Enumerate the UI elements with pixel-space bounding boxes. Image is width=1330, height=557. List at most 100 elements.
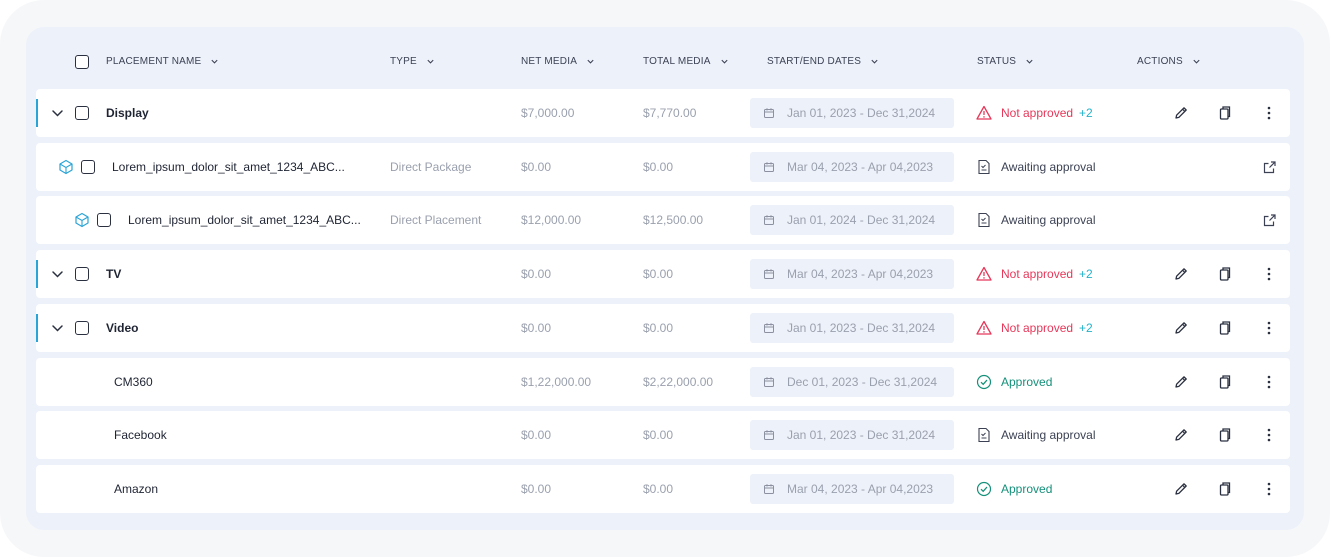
- date-range-text: Jan 01, 2023 - Dec 31,2024: [787, 428, 936, 442]
- row-checkbox[interactable]: [75, 267, 89, 281]
- pencil-icon[interactable]: [1173, 320, 1189, 336]
- placement-name[interactable]: Lorem_ipsum_dolor_sit_amet_1234_ABC...: [128, 196, 361, 244]
- table-row[interactable]: TV $0.00 $0.00 Mar 04, 2023 - Apr 04,2023 …: [36, 250, 1290, 298]
- column-header-start-end-dates[interactable]: START/END DATES: [767, 56, 879, 67]
- pencil-icon[interactable]: [1173, 374, 1189, 390]
- date-range-text: Mar 04, 2023 - Apr 04,2023: [787, 160, 934, 174]
- row-checkbox[interactable]: [75, 106, 89, 120]
- group-accent-bar: [36, 99, 38, 127]
- calendar-icon: [764, 215, 774, 225]
- placement-name[interactable]: Lorem_ipsum_dolor_sit_amet_1234_ABC...: [112, 143, 345, 191]
- warning-triangle-icon: [976, 105, 992, 120]
- table-row[interactable]: Facebook $0.00 $0.00 Jan 01, 2023 - Dec 31…: [36, 411, 1290, 459]
- date-range-field[interactable]: Jan 01, 2023 - Dec 31,2024: [750, 313, 954, 343]
- pencil-icon[interactable]: [1173, 105, 1189, 121]
- check-circle-icon: [976, 374, 992, 390]
- chevron-down-icon: [1193, 59, 1200, 64]
- column-header-type[interactable]: TYPE: [390, 56, 435, 67]
- total-media-value: $7,770.00: [643, 106, 697, 120]
- copy-icon[interactable]: [1217, 105, 1233, 121]
- net-media-value: $0.00: [521, 428, 552, 442]
- kebab-menu-icon[interactable]: [1261, 481, 1277, 497]
- status-label: Not approved: [1001, 321, 1074, 335]
- date-range-text: Jan 01, 2023 - Dec 31,2024: [787, 321, 936, 335]
- placement-name[interactable]: Amazon: [114, 465, 158, 513]
- calendar-icon: [764, 484, 774, 494]
- status-cell: Not approved +2: [976, 250, 1093, 298]
- share-icon[interactable]: [1262, 159, 1278, 175]
- column-header-label: ACTIONS: [1137, 56, 1183, 67]
- total-media-value: $0.00: [643, 482, 674, 496]
- date-range-field[interactable]: Mar 04, 2023 - Apr 04,2023: [750, 152, 954, 182]
- placement-type: Direct Placement: [390, 213, 482, 227]
- column-header-net-media[interactable]: NET MEDIA: [521, 56, 595, 67]
- total-media-value: $12,500.00: [643, 213, 704, 227]
- date-range-field[interactable]: Mar 04, 2023 - Apr 04,2023: [750, 474, 954, 504]
- table-row[interactable]: Lorem_ipsum_dolor_sit_amet_1234_ABC... Di…: [36, 143, 1290, 191]
- pencil-icon[interactable]: [1173, 481, 1189, 497]
- table-header: PLACEMENT NAME TYPE NET MEDIA TOTAL MEDI…: [26, 27, 1304, 87]
- chevron-down-icon: [211, 59, 219, 64]
- copy-icon[interactable]: [1217, 374, 1233, 390]
- net-media-value: $12,000.00: [521, 213, 582, 227]
- status-cell: Approved: [976, 465, 1052, 513]
- kebab-menu-icon[interactable]: [1261, 105, 1277, 121]
- total-media-value: $0.00: [643, 267, 674, 281]
- placement-name[interactable]: CM360: [114, 358, 153, 406]
- date-range-field[interactable]: Jan 01, 2023 - Dec 31,2024: [750, 420, 954, 450]
- chevron-down-icon[interactable]: [50, 106, 65, 121]
- group-accent-bar: [36, 260, 38, 288]
- row-checkbox[interactable]: [81, 160, 95, 174]
- chevron-down-icon: [587, 59, 594, 64]
- group-accent-bar: [36, 314, 38, 342]
- select-all-checkbox[interactable]: [75, 55, 89, 69]
- copy-icon[interactable]: [1217, 427, 1233, 443]
- copy-icon[interactable]: [1217, 266, 1233, 282]
- table-row[interactable]: Video $0.00 $0.00 Jan 01, 2023 - Dec 31,20…: [36, 304, 1290, 352]
- net-media-value: $0.00: [521, 482, 552, 496]
- status-extra-count[interactable]: +2: [1079, 106, 1093, 120]
- column-header-placement-name[interactable]: PLACEMENT NAME: [106, 56, 219, 67]
- cube-icon: [75, 212, 89, 228]
- chevron-down-icon[interactable]: [50, 321, 65, 336]
- column-header-actions[interactable]: ACTIONS: [1137, 56, 1201, 67]
- table-row[interactable]: Lorem_ipsum_dolor_sit_amet_1234_ABC... Di…: [36, 196, 1290, 244]
- chevron-down-icon: [1026, 59, 1033, 64]
- copy-icon[interactable]: [1217, 481, 1233, 497]
- row-checkbox[interactable]: [97, 213, 111, 227]
- date-range-field[interactable]: Jan 01, 2023 - Dec 31,2024: [750, 98, 954, 128]
- row-checkbox[interactable]: [75, 321, 89, 335]
- net-media-value: $1,22,000.00: [521, 375, 592, 389]
- table-row[interactable]: Display $7,000.00 $7,770.00 Jan 01, 2023 -…: [36, 89, 1290, 137]
- chevron-down-icon[interactable]: [50, 267, 65, 282]
- net-media-value: $7,000.00: [521, 106, 575, 120]
- status-extra-count[interactable]: +2: [1079, 267, 1093, 281]
- copy-icon[interactable]: [1217, 320, 1233, 336]
- status-cell: Awaiting approval: [976, 196, 1096, 244]
- cube-icon: [59, 159, 73, 175]
- status-extra-count[interactable]: +2: [1079, 321, 1093, 335]
- date-range-field[interactable]: Jan 01, 2024 - Dec 31,2024: [750, 205, 954, 235]
- date-range-field[interactable]: Mar 04, 2023 - Apr 04,2023: [750, 259, 954, 289]
- placement-name: TV: [106, 267, 122, 281]
- column-header-total-media[interactable]: TOTAL MEDIA: [643, 56, 729, 67]
- pencil-icon[interactable]: [1173, 427, 1189, 443]
- status-cell: Not approved +2: [976, 89, 1093, 137]
- kebab-menu-icon[interactable]: [1261, 427, 1277, 443]
- placement-name[interactable]: Facebook: [114, 411, 167, 459]
- placement-name: Display: [106, 106, 149, 120]
- placement-name: Video: [106, 321, 139, 335]
- column-header-status[interactable]: STATUS: [977, 56, 1034, 67]
- share-icon[interactable]: [1262, 212, 1278, 228]
- warning-triangle-icon: [976, 266, 992, 281]
- date-range-text: Mar 04, 2023 - Apr 04,2023: [787, 482, 934, 496]
- kebab-menu-icon[interactable]: [1261, 374, 1277, 390]
- kebab-menu-icon[interactable]: [1261, 266, 1277, 282]
- table-row[interactable]: Amazon $0.00 $0.00 Mar 04, 2023 - Apr 04,2…: [36, 465, 1290, 513]
- check-circle-icon: [976, 481, 992, 497]
- kebab-menu-icon[interactable]: [1261, 320, 1277, 336]
- date-range-field[interactable]: Dec 01, 2023 - Dec 31,2024: [750, 367, 954, 397]
- total-media-value: $2,22,000.00: [643, 375, 714, 389]
- pencil-icon[interactable]: [1173, 266, 1189, 282]
- table-row[interactable]: CM360 $1,22,000.00 $2,22,000.00 Dec 01, 20…: [36, 358, 1290, 406]
